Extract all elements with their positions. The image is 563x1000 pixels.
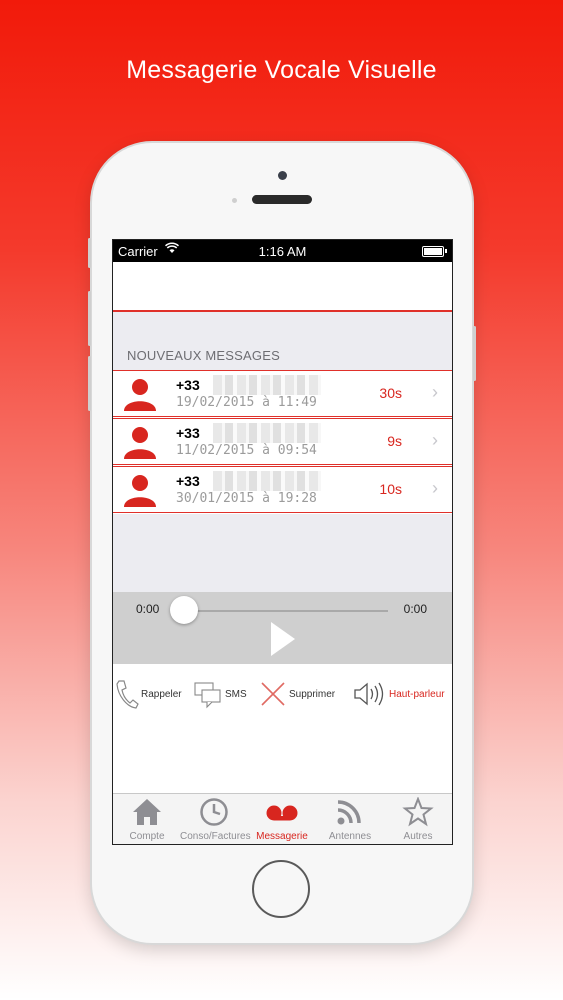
navigation-bar (113, 262, 452, 312)
delete-icon (261, 682, 285, 706)
message-date: 11/02/2015 à 09:54 (176, 443, 317, 458)
delete-button[interactable]: Supprimer (259, 676, 335, 712)
sms-icon (194, 682, 221, 709)
progress-slider-knob[interactable] (170, 596, 198, 624)
redacted-number (213, 375, 321, 395)
tab-autres[interactable]: Autres (384, 794, 452, 844)
message-row[interactable]: +33 30/01/2015 à 19:28 10s › (113, 466, 452, 513)
tab-compte[interactable]: Compte (113, 794, 181, 844)
headline: Messagerie Vocale Visuelle (126, 56, 437, 84)
sensor (232, 198, 237, 203)
message-number: +33 (176, 377, 200, 393)
speaker-button[interactable]: Haut-parleur (353, 676, 445, 712)
tab-messagerie[interactable]: Messagerie (248, 794, 316, 844)
message-date: 19/02/2015 à 11:49 (176, 395, 317, 410)
phone-icon (116, 680, 139, 709)
tab-label: Antennes (328, 831, 372, 842)
callback-button[interactable]: Rappeler (115, 676, 182, 712)
tab-antennes[interactable]: Antennes (316, 794, 384, 844)
total-time: 0:00 (403, 602, 427, 616)
messages-content: NOUVEAUX MESSAGES +33 19/02/2015 à 11:49… (113, 312, 452, 594)
message-row[interactable]: +33 11/02/2015 à 09:54 9s › (113, 418, 452, 465)
play-icon[interactable] (271, 622, 295, 656)
voicemail-icon (266, 805, 298, 821)
message-date: 30/01/2015 à 19:28 (176, 491, 317, 506)
chevron-right-icon: › (432, 430, 438, 450)
contact-avatar-icon (124, 379, 156, 411)
audio-player: 0:00 0:00 (113, 592, 452, 664)
contact-avatar-icon (124, 427, 156, 459)
tab-label: Autres (403, 831, 433, 842)
camera-icon (278, 171, 287, 180)
battery-icon (422, 246, 447, 257)
tab-conso-factures[interactable]: Conso/Factures (180, 794, 251, 844)
message-duration: 10s (379, 481, 402, 497)
signal-icon (337, 800, 361, 825)
message-duration: 30s (379, 385, 402, 401)
speaker-icon (354, 682, 384, 706)
speaker-label: Haut-parleur (389, 688, 445, 700)
message-number: +33 (176, 473, 200, 489)
messages-list: +33 19/02/2015 à 11:49 30s › +33 11/02/2… (113, 370, 452, 514)
volume-down-button (88, 356, 91, 411)
contact-avatar-icon (124, 475, 156, 507)
tab-label: Messagerie (256, 831, 308, 842)
tab-label: Compte (129, 831, 165, 842)
app-screen: Carrier 1:16 AM NOUVEAUX MESSAGES +33 19… (112, 239, 453, 845)
delete-label: Supprimer (289, 688, 336, 700)
status-bar: Carrier 1:16 AM (113, 240, 452, 262)
sms-label: SMS (225, 688, 247, 700)
section-title: NOUVEAUX MESSAGES (127, 348, 280, 363)
elapsed-time: 0:00 (136, 602, 160, 616)
earpiece-speaker (252, 195, 312, 204)
message-number: +33 (176, 425, 200, 441)
mute-switch (88, 238, 91, 268)
home-button[interactable] (252, 860, 310, 918)
tab-bar: Compte Conso/Factures Messagerie Antenne… (113, 793, 452, 844)
message-row[interactable]: +33 19/02/2015 à 11:49 30s › (113, 370, 452, 417)
star-icon (402, 797, 434, 827)
tab-label: Conso/Factures (180, 831, 251, 842)
callback-label: Rappeler (141, 688, 182, 700)
home-icon (133, 799, 161, 825)
status-time: 1:16 AM (258, 244, 307, 259)
redacted-number (213, 423, 321, 443)
action-bar: Rappeler SMS Supprimer Haut-parleur (113, 676, 452, 716)
power-button (473, 326, 476, 381)
redacted-number (213, 471, 321, 491)
clock-icon (200, 798, 228, 826)
volume-up-button (88, 291, 91, 346)
progress-track[interactable] (185, 610, 388, 612)
chevron-right-icon: › (432, 478, 438, 498)
chevron-right-icon: › (432, 382, 438, 402)
message-duration: 9s (387, 433, 402, 449)
sms-button[interactable]: SMS (193, 676, 247, 712)
